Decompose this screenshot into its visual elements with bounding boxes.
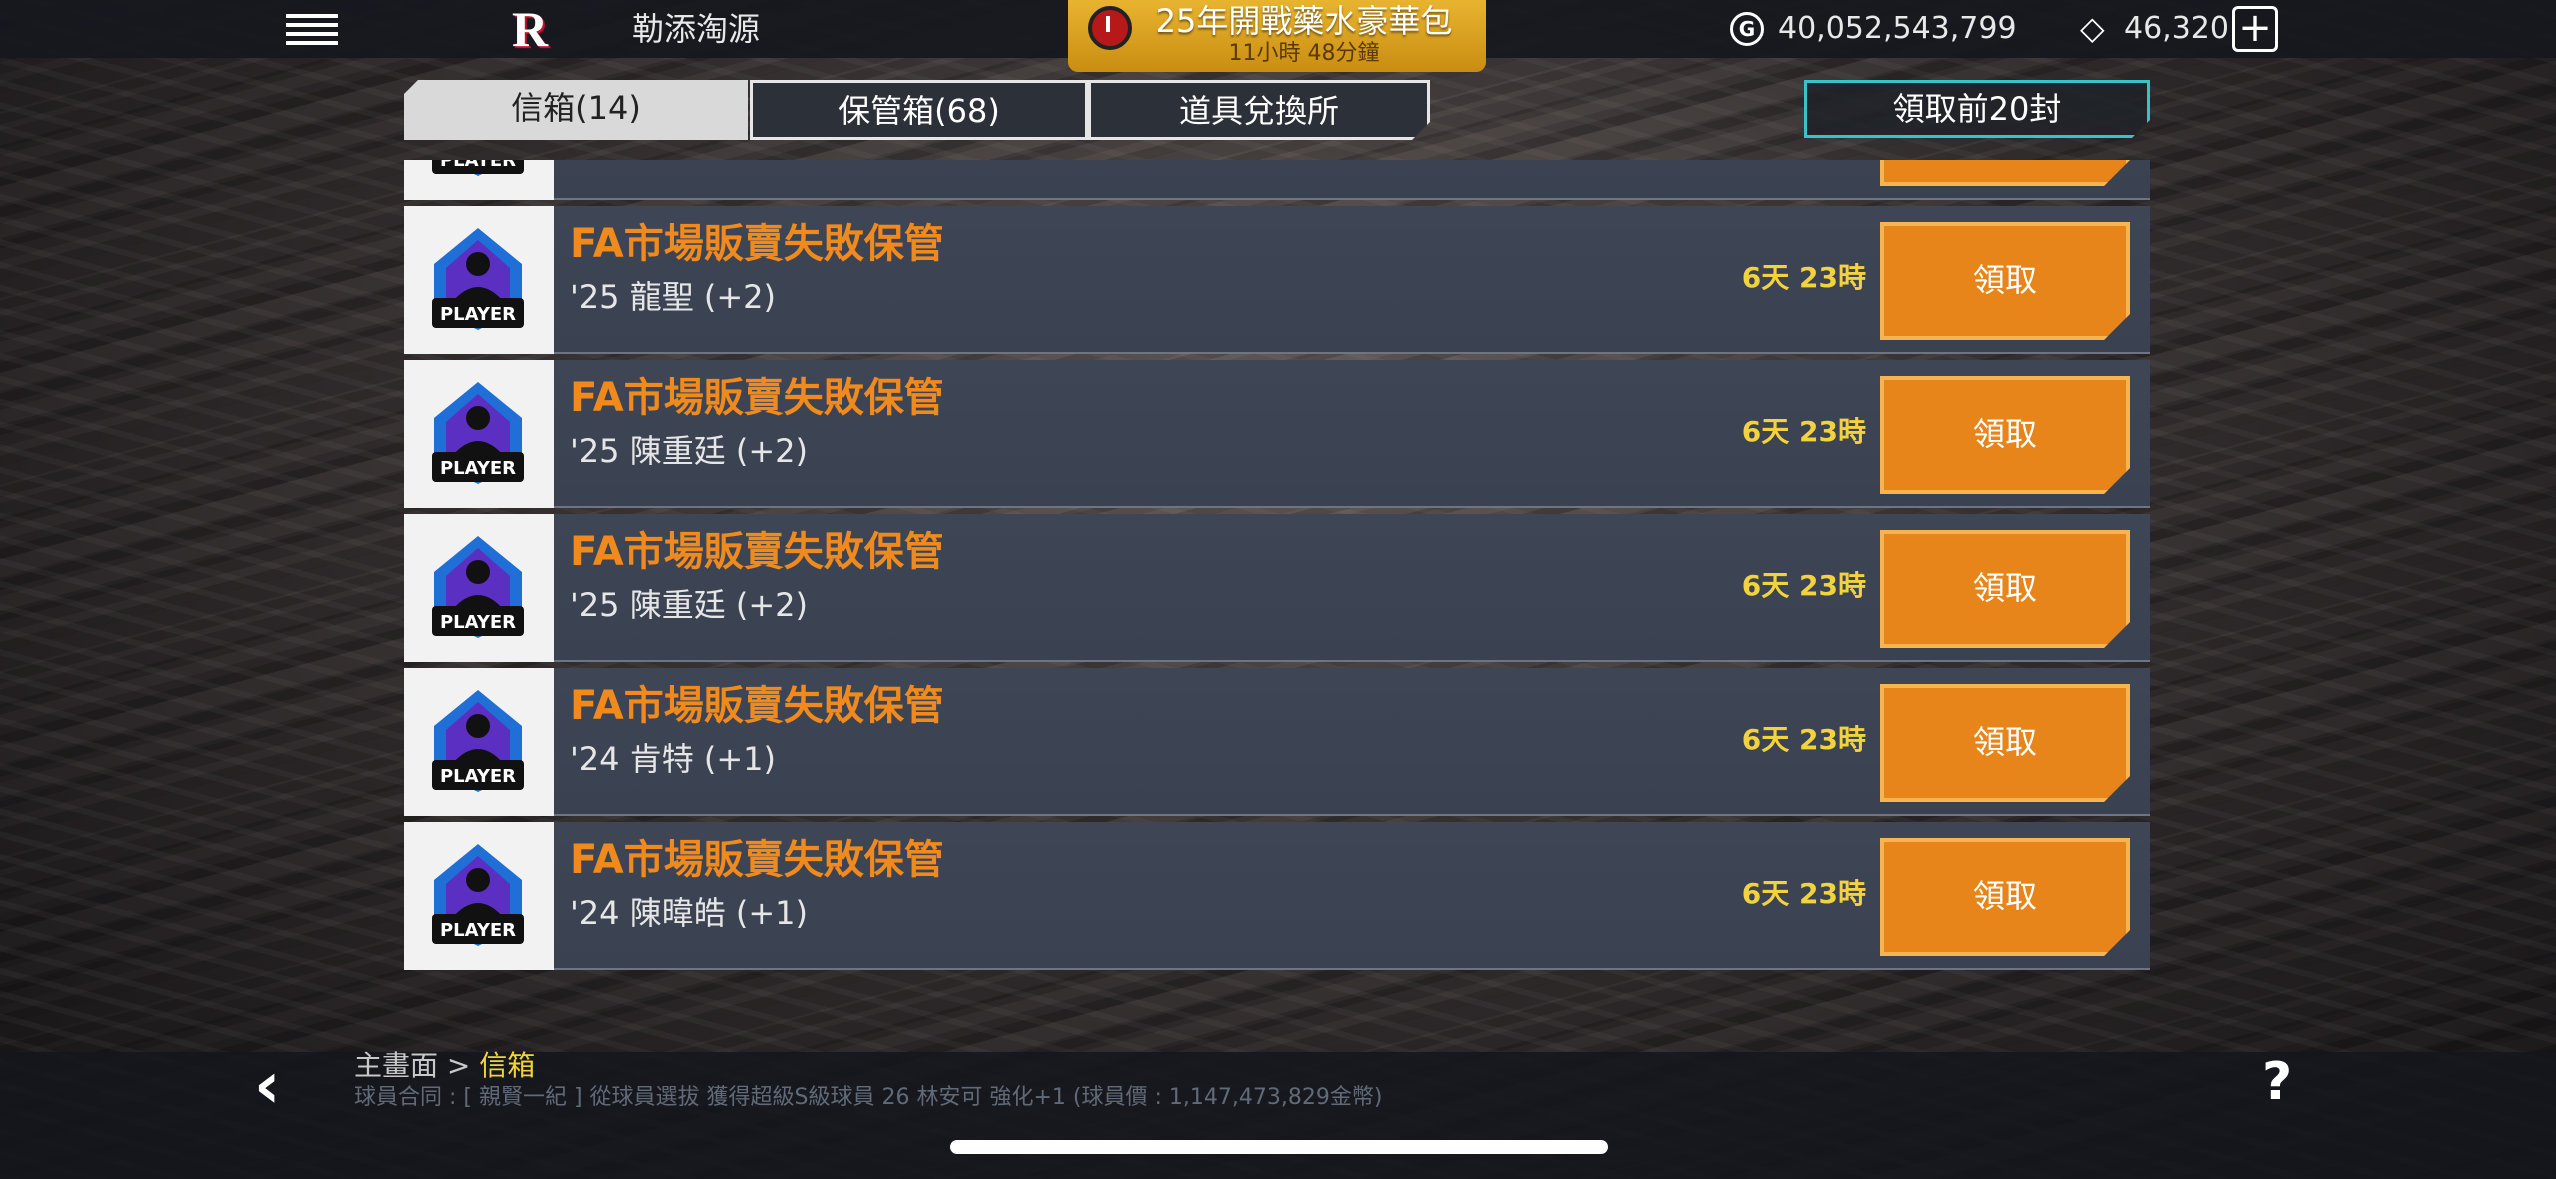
breadcrumb: 主畫面 > 信箱 xyxy=(354,1048,535,1084)
claim-button[interactable]: 領取 xyxy=(1880,376,2130,494)
add-diamonds-button[interactable]: + xyxy=(2232,6,2278,52)
svg-text:PLAYER: PLAYER xyxy=(440,920,516,941)
breadcrumb-home[interactable]: 主畫面 xyxy=(354,1049,438,1082)
player-badge-icon: PLAYER xyxy=(432,844,524,946)
svg-text:PLAYER: PLAYER xyxy=(440,458,516,479)
svg-text:PLAYER: PLAYER xyxy=(440,766,516,787)
mail-row: PLAYER FA市場販賣失敗保管 '24 肯特 (+1) 6天 23時 領取 xyxy=(404,668,2150,816)
breadcrumb-separator: > xyxy=(438,1049,480,1082)
breadcrumb-current: 信箱 xyxy=(479,1049,536,1082)
player-thumbnail: PLAYER xyxy=(404,514,554,662)
team-name: 勒添淘源 xyxy=(632,10,761,48)
mail-list[interactable]: PLAYER FA市場販賣失敗保管 '25 蒙德茲 (+2) 6天 23時 領取… xyxy=(404,160,2150,996)
mail-row: PLAYER FA市場販賣失敗保管 '25 陳重廷 (+2) 6天 23時 領取 xyxy=(404,514,2150,662)
hamburger-menu-icon[interactable] xyxy=(286,14,338,46)
mail-title: FA市場販賣失敗保管 xyxy=(570,221,944,267)
mail-expiry: 6天 23時 xyxy=(1741,569,1866,602)
mail-title: FA市場販賣失敗保管 xyxy=(570,837,944,883)
mail-player: '25 陳重廷 (+2) xyxy=(570,586,809,624)
clock-icon xyxy=(1088,6,1132,50)
promo-timer: 11小時 48分鐘 xyxy=(1228,41,1380,66)
player-badge-icon: PLAYER xyxy=(432,382,524,484)
player-badge-icon: PLAYER xyxy=(432,160,524,176)
gold-coin-icon: G xyxy=(1730,12,1764,46)
mail-row: PLAYER FA市場販賣失敗保管 '25 蒙德茲 (+2) 6天 23時 領取 xyxy=(404,160,2150,200)
player-badge-icon: PLAYER xyxy=(432,690,524,792)
mail-expiry: 6天 23時 xyxy=(1741,723,1866,756)
svg-text:PLAYER: PLAYER xyxy=(440,160,516,171)
mail-title: FA市場販賣失敗保管 xyxy=(570,529,944,575)
player-badge-icon: PLAYER xyxy=(432,228,524,330)
home-indicator[interactable] xyxy=(950,1140,1608,1154)
tab-item-exchange[interactable]: 道具兌換所 xyxy=(1088,80,1430,140)
diamond-balance: 46,320 xyxy=(2124,11,2229,46)
mail-row: PLAYER FA市場販賣失敗保管 '25 龍聖 (+2) 6天 23時 領取 xyxy=(404,206,2150,354)
svg-text:PLAYER: PLAYER xyxy=(440,612,516,633)
claim-button[interactable]: 領取 xyxy=(1880,160,2130,186)
tab-storage[interactable]: 保管箱(68) xyxy=(750,80,1088,140)
chevron-left-icon[interactable]: ‹ xyxy=(254,1054,304,1118)
promo-title: 25年開戰藥水豪華包 xyxy=(1155,2,1453,40)
mail-row: PLAYER FA市場販賣失敗保管 '25 陳重廷 (+2) 6天 23時 領取 xyxy=(404,360,2150,508)
mail-title: FA市場販賣失敗保管 xyxy=(570,683,944,729)
player-badge-icon: PLAYER xyxy=(432,536,524,638)
mail-player: '24 陳暐皓 (+1) xyxy=(570,894,809,932)
mail-title: FA市場販賣失敗保管 xyxy=(570,375,944,421)
question-icon[interactable]: ? xyxy=(2262,1052,2302,1112)
promo-banner[interactable]: 25年開戰藥水豪華包 11小時 48分鐘 xyxy=(1068,0,1486,72)
mail-expiry: 6天 23時 xyxy=(1741,261,1866,294)
claim-button[interactable]: 領取 xyxy=(1880,684,2130,802)
claim-button[interactable]: 領取 xyxy=(1880,222,2130,340)
news-ticker: 球員合同 : [ 親賢一紀 ] 從球員選拔 獲得超級S級球員 26 林安可 強化… xyxy=(354,1085,1383,1110)
player-thumbnail: PLAYER xyxy=(404,360,554,508)
claim-button[interactable]: 領取 xyxy=(1880,838,2130,956)
mail-player: '25 龍聖 (+2) xyxy=(570,278,777,316)
mail-expiry: 6天 23時 xyxy=(1741,415,1866,448)
claim-button[interactable]: 領取 xyxy=(1880,530,2130,648)
team-logo: R xyxy=(512,1,549,57)
mail-player: '25 陳重廷 (+2) xyxy=(570,432,809,470)
player-thumbnail: PLAYER xyxy=(404,822,554,970)
svg-text:PLAYER: PLAYER xyxy=(440,304,516,325)
claim-top-20-button[interactable]: 領取前20封 xyxy=(1804,80,2150,138)
player-thumbnail: PLAYER xyxy=(404,668,554,816)
mail-row: PLAYER FA市場販賣失敗保管 '24 陳暐皓 (+1) 6天 23時 領取 xyxy=(404,822,2150,970)
player-thumbnail: PLAYER xyxy=(404,160,554,200)
mail-player: '25 蒙德茲 (+2) xyxy=(570,160,808,164)
mail-expiry: 6天 23時 xyxy=(1741,877,1866,910)
diamond-icon: ◇ xyxy=(2080,9,2105,47)
tab-mailbox[interactable]: 信箱(14) xyxy=(404,80,748,140)
player-thumbnail: PLAYER xyxy=(404,206,554,354)
gold-balance: 40,052,543,799 xyxy=(1778,11,2017,46)
mail-player: '24 肯特 (+1) xyxy=(570,740,777,778)
